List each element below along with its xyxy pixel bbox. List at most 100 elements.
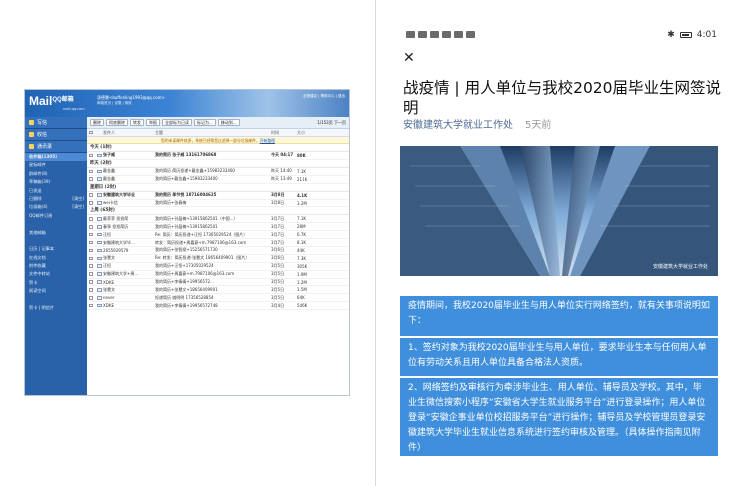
row-checkbox[interactable] (89, 193, 93, 197)
row-checkbox[interactable] (89, 232, 93, 237)
mail-subject[interactable]: 投递简历 姚明明 17356528854 (155, 295, 271, 301)
mail-subject[interactable]: 我的简历+李倩倩+19956572... (155, 279, 271, 285)
mail-subject[interactable]: 我的简历+张慧文+18656409901 (155, 287, 271, 293)
sidebar-item[interactable] (25, 296, 87, 304)
mail-subject[interactable]: Re: 转发：简历投递-张慧文 18656409901（图片） (155, 255, 271, 261)
row-checkbox[interactable] (89, 240, 93, 245)
sidebar-item[interactable]: 已发送 (25, 187, 87, 195)
mail-subject[interactable]: 我的简历+周嘉豪+m.7987106@163.com (155, 271, 271, 277)
mail-row[interactable]: wei卡信 我的简历+张春梅 3月8日 3.2M (87, 200, 349, 208)
mail-subject[interactable]: 我的简历+孙晶楠+13915862501 (155, 224, 271, 230)
mail-group-header[interactable]: 昨天 (2封) (87, 160, 349, 168)
mail-row[interactable]: 安徽建筑大学+周... 我的简历+周嘉豪+m.7987106@163.com 3月5… (87, 271, 349, 279)
mail-row[interactable]: 戴菲菲 投投简 我的简历+孙晶楠+13915862501（中国...） 3月7日 7.… (87, 215, 349, 224)
sidebar-item[interactable]: 其他邮箱 (25, 229, 87, 237)
mail-row[interactable]: 张慧文 Re: 转发：简历投递-张慧文 18656409901（图片） 3月6日 7.… (87, 255, 349, 263)
mail-row[interactable]: 安徽建筑大学毕... 转发：简历投递+周嘉豪+m.7987106@163.com 3… (87, 239, 349, 248)
mail-size: 4.1K (297, 192, 308, 198)
select-all-checkbox[interactable] (89, 130, 93, 135)
close-icon[interactable]: ✕ (403, 50, 415, 66)
toolbar-button[interactable]: 转发 (130, 119, 144, 126)
toolbar-button[interactable]: 标记为... (194, 119, 216, 126)
mail-time: 昨天 14:40 (271, 168, 292, 174)
mail-row[interactable]: 安徽建筑大学毕业 我的简历 季节悦 18716004625 3月8日 4.1K (87, 192, 349, 200)
col-subject[interactable]: 主题 (155, 130, 271, 136)
toolbar-button[interactable]: 移动到... (217, 119, 240, 126)
mail-subject[interactable]: 我的简历+张智斌+15256571730 (155, 247, 271, 253)
mail-top-links[interactable]: 反馈建议 | 帮助中心 | 退出 (303, 94, 345, 99)
mail-subject[interactable]: 我的简历+李倩倩+19956572748 (155, 303, 271, 309)
article-source[interactable]: 安徽建筑大学就业工作处 (403, 116, 513, 131)
mail-subject[interactable]: 我的简历+汪恒+17305029524 (155, 263, 271, 269)
sidebar-button[interactable]: 写信 (25, 117, 87, 129)
sidebar-item[interactable]: 星标邮件 (25, 161, 87, 169)
mail-subject[interactable]: Re: 简历：简历投递+汪恒 17305029524（图片） (155, 232, 271, 238)
mail-row[interactable]: 春季 投投简历 我的简历+孙晶楠+13915862501 3月7日 28M (87, 223, 349, 232)
notice-link[interactable]: 开始整理 (260, 138, 275, 143)
mail-subject[interactable]: 我的简历 简历投递+戴金鑫+15983233400 (155, 168, 271, 174)
sidebar-button[interactable]: 通讯录 (25, 141, 87, 153)
sidebar-item[interactable]: 草稿箱(39) (25, 178, 87, 186)
mail-group-header[interactable]: 上周 (65封) (87, 207, 349, 216)
row-checkbox[interactable] (89, 169, 93, 174)
mail-row[interactable]: 张子威 我的简历 张子威 13161706868 今天 04:17 80K (87, 152, 349, 160)
row-checkbox[interactable] (89, 201, 93, 205)
envelope-icon (96, 177, 102, 181)
mail-row[interactable]: 张慧文 我的简历+张慧文+18656409901 3月5日 1.5M (87, 286, 349, 295)
mail-subject[interactable]: 我的简历 张子威 13161706868 (155, 152, 271, 158)
row-checkbox[interactable] (89, 153, 93, 158)
mail-row[interactable]: 戴金鑫 我的简历+戴金鑫+15983233400 昨天 13:49 211K (87, 176, 349, 184)
mail-subject[interactable]: 我的简历+张春梅 (155, 200, 271, 206)
row-checkbox[interactable] (89, 272, 93, 276)
row-checkbox[interactable] (89, 264, 93, 268)
row-checkbox[interactable] (89, 280, 93, 284)
sidebar-item[interactable]: 阅读空间 (25, 287, 87, 295)
mail-subject[interactable]: 我的简历+孙晶楠+13915862501（中国...） (155, 216, 271, 222)
mail-subject[interactable]: 转发：简历投递+周嘉豪+m.7987106@163.com (155, 240, 271, 246)
toolbar-button[interactable]: 全部标为已读 (162, 119, 192, 126)
sidebar-item[interactable]: 日历 | 记事本 (25, 245, 87, 253)
sidebar-item[interactable]: 在线文档 (25, 254, 87, 262)
mail-pager[interactable]: 1/153页 下一页 (317, 120, 346, 126)
toolbar-button[interactable]: 举报 (146, 119, 160, 126)
sidebar-item[interactable]: QQ邮件订阅 (25, 212, 87, 220)
sidebar-item[interactable]: 群邮件(8) (25, 170, 87, 178)
mail-row[interactable]: XDKE 我的简历+李倩倩+19956572... 3月5日 1.2M (87, 279, 349, 287)
col-time[interactable]: 时间 (271, 130, 297, 136)
sidebar-item[interactable]: 贺卡 (25, 279, 87, 287)
mail-user-links[interactable]: 邮箱首页 | 设置 | 换肤 (97, 101, 132, 106)
row-checkbox[interactable] (89, 303, 93, 308)
sidebar-item[interactable]: 已删除 [清空] (25, 195, 87, 203)
sidebar-item[interactable] (25, 220, 87, 228)
mail-row[interactable]: never 投递简历 姚明明 17356528854 3月5日 64K (87, 294, 349, 303)
row-checkbox[interactable] (89, 217, 93, 221)
sidebar-button[interactable]: 收信 (25, 129, 87, 141)
mail-row[interactable]: 汪恒 Re: 简历：简历投递+汪恒 17305029524（图片） 3月7日 6.7K (87, 231, 349, 240)
row-checkbox[interactable] (89, 177, 93, 181)
mail-row[interactable]: XDKE 我的简历+李倩倩+19956572748 3月4日 546K (87, 302, 349, 311)
col-from[interactable]: 发件人 (103, 130, 155, 136)
mail-size: 1.2M (297, 279, 307, 285)
sidebar-item[interactable]: 附件收藏 (25, 262, 87, 270)
sidebar-item[interactable]: 贺卡 | 明信片 (25, 304, 87, 312)
article-time: 5天前 (525, 120, 552, 131)
mail-subject[interactable]: 我的简历+戴金鑫+15983233400 (155, 176, 271, 182)
row-checkbox[interactable] (89, 225, 93, 229)
toolbar-button[interactable]: 彻底删除 (106, 119, 128, 126)
mail-row[interactable]: 2655929579 我的简历+张智斌+15256571730 3月6日 44K (87, 247, 349, 255)
sidebar-item[interactable]: 垃圾箱(4) [清空] (25, 203, 87, 211)
row-checkbox[interactable] (89, 288, 93, 292)
sidebar-item[interactable] (25, 237, 87, 245)
mail-group-header[interactable]: 今天 (1封) (87, 144, 349, 152)
mail-group-header[interactable]: 星期日 (2封) (87, 184, 349, 192)
col-size[interactable]: 大小 (297, 130, 317, 136)
row-checkbox[interactable] (89, 296, 93, 300)
row-checkbox[interactable] (89, 256, 93, 261)
toolbar-button[interactable]: 删除 (90, 119, 104, 126)
sidebar-item[interactable]: 文件中转站 (25, 270, 87, 278)
mail-subject[interactable]: 我的简历 季节悦 18716004625 (155, 192, 271, 198)
mail-row[interactable]: 汪恒 我的简历+汪恒+17305029524 3月5日 305K (87, 263, 349, 271)
row-checkbox[interactable] (89, 248, 93, 253)
mail-row[interactable]: 戴金鑫 我的简历 简历投递+戴金鑫+15983233400 昨天 14:40 7.1K (87, 168, 349, 176)
sidebar-item[interactable]: 收件箱(1305) (25, 153, 87, 162)
